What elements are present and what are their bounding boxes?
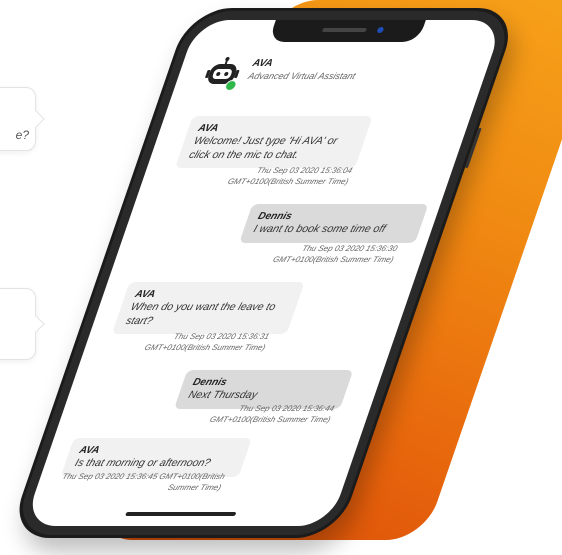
message-text: Next Thursday (186, 389, 260, 401)
floating-speech-bubble-1: e? (0, 87, 36, 151)
message-sender: Dennis (256, 211, 294, 222)
message-text: Welcome! Just type 'Hi AVA' or click on … (187, 135, 340, 161)
phone-notch (268, 20, 426, 42)
assistant-name: AVA (250, 58, 275, 69)
message-sender: Dennis (191, 377, 229, 388)
front-camera-icon (376, 27, 385, 33)
chat-header: AVA Advanced Virtual Assistant (190, 52, 475, 100)
chat-message-user: Dennis Next Thursday (174, 370, 354, 409)
marketing-scene: e? AVA Advanced Virtual Assistant AVA We… (0, 0, 562, 555)
chat-message-bot: AVA Welcome! Just type 'Hi AVA' or click… (174, 116, 373, 169)
message-text: When do you want the leave to start? (124, 301, 278, 327)
chat-message-bot: AVA When do you want the leave to start? (111, 282, 305, 335)
message-timestamp: Thu Sep 03 2020 15:36:30 GMT+0100(Britis… (271, 244, 399, 264)
message-sender: AVA (196, 123, 221, 134)
floating-bubble-text: e? (15, 128, 29, 142)
robot-avatar-icon (205, 57, 240, 84)
message-text: I want to book some time off (251, 223, 388, 235)
message-timestamp: Thu Sep 03 2020 15:36:31 GMT+0100(Britis… (143, 332, 271, 352)
floating-speech-bubble-2 (0, 288, 36, 360)
assistant-subtitle: Advanced Virtual Assistant (246, 71, 357, 81)
chat-message-bot: AVA Is that morning or afternoon? (60, 438, 252, 477)
message-sender: AVA (133, 289, 157, 300)
chat-message-user: Dennis I want to book some time off (239, 204, 429, 243)
message-sender: AVA (77, 445, 102, 456)
speaker-grille (321, 28, 368, 32)
home-indicator[interactable] (125, 512, 237, 516)
message-text: Is that morning or afternoon? (73, 457, 213, 469)
message-timestamp: Thu Sep 03 2020 15:36:04 GMT+0100(Britis… (226, 166, 354, 186)
message-timestamp: Thu Sep 03 2020 15:36:45 GMT+0100(Britis… (61, 472, 227, 492)
message-timestamp: Thu Sep 03 2020 15:36:44 GMT+0100(Britis… (208, 404, 336, 424)
